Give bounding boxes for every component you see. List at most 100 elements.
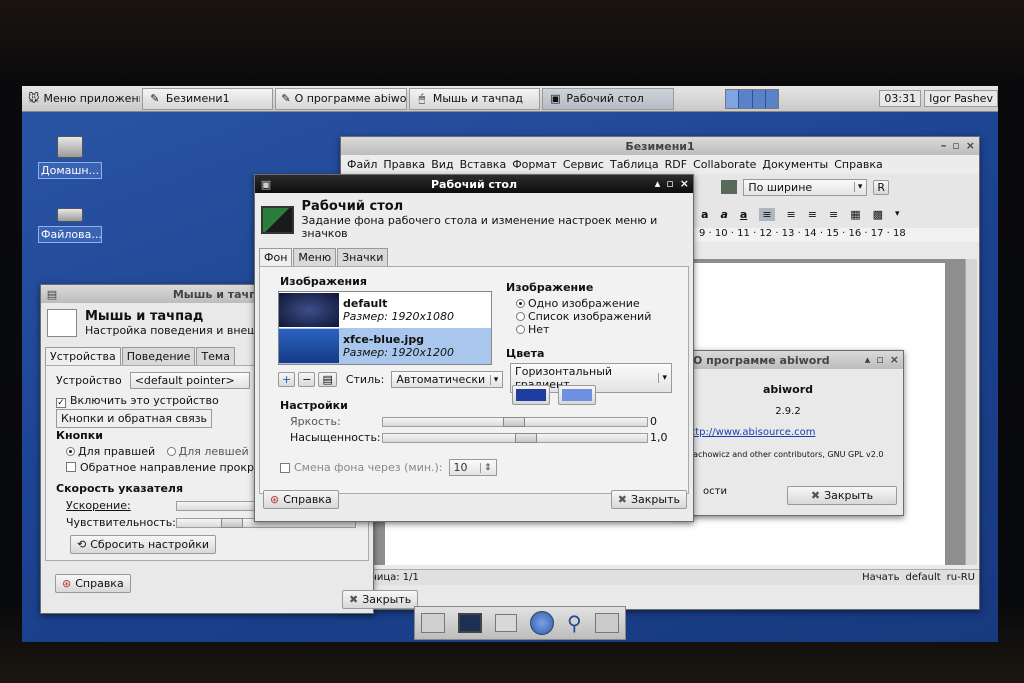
close-icon[interactable]: ×	[890, 353, 899, 366]
tab-buttons-feedback[interactable]: Кнопки и обратная связь	[56, 409, 213, 428]
text-color-icon[interactable]: a	[701, 208, 708, 221]
globe-icon[interactable]	[530, 611, 555, 635]
maximize-icon[interactable]: ▫	[876, 353, 883, 366]
mouse-close-button[interactable]: ✖ Закрыть	[342, 590, 419, 609]
reset-settings-button[interactable]: ⟲ Сбросить настройки	[70, 535, 217, 554]
tab-theme[interactable]: Тема	[196, 347, 235, 365]
task-desktop-settings[interactable]: ▣ Рабочий стол	[542, 87, 674, 110]
menu-view[interactable]: Вид	[431, 158, 453, 171]
menu-help[interactable]: Справка	[834, 158, 882, 171]
ruler-numbers: 9 · 10 · 11 · 12 · 13 · 14 · 15 · 16 · 1…	[699, 228, 906, 239]
menu-insert[interactable]: Вставка	[460, 158, 507, 171]
brightness-slider[interactable]	[382, 416, 648, 427]
menu-tools[interactable]: Сервис	[563, 158, 604, 171]
folder-icon[interactable]	[421, 613, 446, 633]
menu-format[interactable]: Формат	[512, 158, 557, 171]
workspace-1[interactable]	[725, 89, 740, 108]
align-justify-icon[interactable]: ≡	[829, 208, 838, 221]
toolbar-more-icon[interactable]: ▾	[895, 209, 900, 219]
change-bg-spinner[interactable]: 10 ⇕	[448, 459, 497, 476]
tab-background[interactable]: Фон	[259, 248, 293, 266]
desktop-settings-titlebar[interactable]: ▣ Рабочий стол ▴ ▫ ×	[255, 175, 693, 193]
monitor-icon[interactable]	[458, 613, 483, 633]
vertical-scrollbar[interactable]	[965, 259, 977, 565]
enable-device-checkbox[interactable]: ✓	[56, 398, 66, 408]
remove-image-button[interactable]: −	[298, 372, 316, 387]
menu-collaborate[interactable]: Collaborate	[693, 158, 756, 171]
help-button[interactable]: ⊛ Справка	[263, 490, 339, 509]
close-button[interactable]: ✖ Закрыть	[610, 490, 687, 509]
drive-icon[interactable]	[495, 614, 518, 632]
color-1-button[interactable]	[512, 385, 550, 405]
tab-devices[interactable]: Устройства	[45, 347, 121, 365]
align-center-icon[interactable]: ≡	[787, 208, 796, 221]
files-icon[interactable]	[594, 613, 619, 633]
help-icon: ⊛	[270, 493, 280, 506]
tab-behavior[interactable]: Поведение	[121, 347, 196, 365]
task-mouse-touchpad[interactable]: 🖱 Мышь и тачпад	[408, 87, 541, 110]
maximize-icon[interactable]: ▫	[952, 139, 959, 152]
mode-none-radio[interactable]: Нет	[516, 323, 651, 336]
window-menu-icon[interactable]: ▤	[45, 287, 59, 301]
applications-menu-button[interactable]: 🐭 Меню приложений	[23, 88, 140, 110]
about-url[interactable]: http://www.abisource.com	[685, 427, 903, 438]
change-bg-checkbox[interactable]	[280, 462, 290, 473]
highlight-icon[interactable]: a	[740, 208, 747, 221]
shade-icon[interactable]: ▴	[655, 177, 661, 190]
menu-table[interactable]: Таблица	[610, 158, 659, 171]
mode-list-radio[interactable]: Список изображений	[516, 310, 651, 323]
workspace-4[interactable]	[766, 90, 778, 108]
menu-documents[interactable]: Документы	[762, 158, 828, 171]
tab-menu[interactable]: Меню	[293, 248, 337, 266]
search-icon[interactable]: ⚲	[567, 611, 582, 635]
abiword-titlebar[interactable]: Безимени1 – ▫ ×	[341, 137, 979, 155]
spellcheck-icon[interactable]: R	[873, 179, 889, 195]
minimize-icon[interactable]: –	[941, 139, 947, 152]
image-item-xfce-blue[interactable]: xfce-blue.jpg Размер: 1920x1200	[279, 328, 491, 364]
slider-thumb[interactable]	[515, 432, 537, 443]
color-2-button[interactable]	[558, 385, 596, 405]
table-icon[interactable]: ▦	[850, 208, 860, 221]
device-combo[interactable]: <default pointer>	[129, 372, 250, 389]
align-left-icon[interactable]: ≡	[759, 207, 775, 221]
slider-thumb[interactable]	[503, 416, 525, 427]
saturation-slider[interactable]	[382, 432, 648, 443]
panel-clock[interactable]: 03:31	[879, 90, 922, 107]
image-icon[interactable]	[721, 180, 738, 194]
close-icon[interactable]: ×	[680, 177, 689, 190]
credits-button[interactable]: ости	[703, 486, 727, 505]
right-handed-radio[interactable]: Для правшей	[66, 445, 155, 458]
desktop-icon-home[interactable]: Домашн...	[38, 136, 102, 179]
panel-user[interactable]: Igor Pashev	[924, 90, 998, 107]
desktop-icon-filesystem[interactable]: Файлова...	[38, 202, 102, 243]
close-button[interactable]: ✖ Закрыть	[787, 486, 897, 505]
workspace-switcher[interactable]	[724, 88, 780, 109]
add-image-button[interactable]: +	[278, 372, 296, 387]
image-item-default[interactable]: default Размер: 1920x1080	[279, 292, 491, 328]
task-abiword-doc[interactable]: ✎ Безимени1	[141, 87, 274, 110]
italic-icon[interactable]: a	[720, 208, 727, 221]
menu-rdf[interactable]: RDF	[665, 158, 687, 171]
new-list-button[interactable]: ▤	[318, 372, 337, 387]
image-insert-icon[interactable]: ▩	[873, 208, 883, 221]
left-handed-radio[interactable]: Для левшей	[166, 445, 249, 458]
alignment-combo[interactable]: По ширине ▾	[743, 178, 868, 196]
close-icon[interactable]: ×	[966, 139, 975, 152]
slider-thumb[interactable]	[221, 517, 243, 528]
align-right-icon[interactable]: ≡	[808, 208, 817, 221]
help-button[interactable]: ⊛ Справка	[55, 574, 131, 593]
style-combo[interactable]: Автоматически ▾	[391, 371, 504, 388]
mode-single-radio[interactable]: Одно изображение	[516, 297, 651, 310]
menu-file[interactable]: Файл	[347, 158, 377, 171]
abiword-menubar: Файл Правка Вид Вставка Формат Сервис Та…	[341, 155, 979, 174]
image-list[interactable]: default Размер: 1920x1080 xfce-blue.jpg Ра…	[278, 291, 492, 365]
menu-edit[interactable]: Правка	[383, 158, 425, 171]
task-about-abiword[interactable]: ✎ О программе abiword	[275, 87, 407, 110]
workspace-3[interactable]	[753, 89, 767, 108]
about-titlebar[interactable]: О программе abiword ▴ ▫ ×	[673, 351, 903, 369]
tab-icons[interactable]: Значки	[337, 248, 389, 266]
workspace-2[interactable]	[739, 89, 753, 108]
reverse-scroll-checkbox[interactable]	[66, 462, 76, 472]
shade-icon[interactable]: ▴	[865, 353, 871, 366]
maximize-icon[interactable]: ▫	[666, 177, 673, 190]
